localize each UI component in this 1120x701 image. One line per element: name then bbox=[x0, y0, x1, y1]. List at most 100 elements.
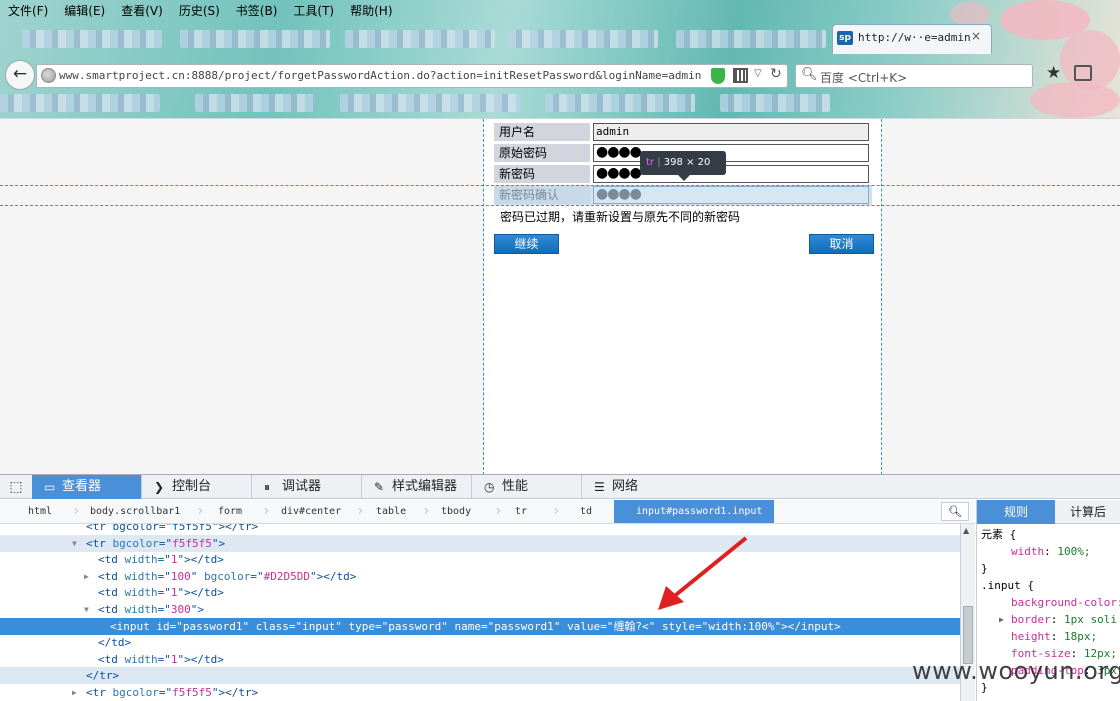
expand-twisty-icon[interactable]: ▶ bbox=[84, 568, 89, 585]
breadcrumb-item[interactable]: table bbox=[376, 500, 406, 523]
active-browser-tab[interactable]: sp http://w··e=admin × bbox=[832, 24, 992, 54]
tab-debugger[interactable]: ⏸ 调试器 bbox=[252, 475, 362, 499]
css-declaration[interactable]: height: 18px; bbox=[1011, 628, 1097, 645]
markup-node[interactable]: ▼ <td width="300"> bbox=[0, 601, 960, 618]
site-favicon: sp bbox=[837, 31, 853, 45]
collapse-twisty-icon[interactable]: ▼ bbox=[84, 601, 89, 618]
breadcrumb: html › body.scrollbar1 › form › div#cent… bbox=[0, 500, 975, 524]
menu-history[interactable]: 历史(S) bbox=[171, 0, 228, 22]
markup-code: </tr> bbox=[86, 669, 120, 683]
breadcrumb-item[interactable]: div#center bbox=[281, 500, 341, 523]
css-declaration[interactable]: background-color: bbox=[1011, 594, 1120, 611]
continue-button[interactable]: 继续 bbox=[494, 234, 559, 254]
markup-node[interactable]: <td width="1"></td> bbox=[0, 651, 960, 668]
bookmarks-menu-icon[interactable] bbox=[1074, 65, 1092, 81]
css-selector: .input { bbox=[981, 579, 1034, 592]
markup-node[interactable]: <input id="password1" class="input" type… bbox=[0, 617, 960, 635]
username-field[interactable]: admin bbox=[593, 123, 869, 141]
browser-chrome: 文件(F) 编辑(E) 查看(V) 历史(S) 书签(B) 工具(T) 帮助(H… bbox=[0, 0, 1120, 118]
bookmark-item[interactable] bbox=[720, 94, 830, 112]
markup-code: <td width="1"></td> bbox=[98, 553, 224, 567]
tooltip-width: 398 bbox=[663, 157, 683, 168]
url-text[interactable]: www.smartproject.cn:8888/project/forgetP… bbox=[59, 69, 701, 82]
bookmark-star-icon[interactable]: ★ bbox=[1046, 63, 1061, 83]
tab-console-label: 控制台 bbox=[172, 479, 212, 494]
browser-tab[interactable] bbox=[22, 30, 162, 48]
breadcrumb-item[interactable]: html bbox=[28, 500, 52, 523]
expired-password-message: 密码已过期，请重新设置与原先不同的新密码 bbox=[500, 210, 741, 224]
rules-tabs: 规则 计算后 bbox=[977, 500, 1120, 524]
menu-file[interactable]: 文件(F) bbox=[0, 0, 56, 22]
browser-tab[interactable] bbox=[345, 30, 495, 48]
css-declaration[interactable]: width: 100%; bbox=[1011, 543, 1091, 560]
markup-code: <td width="1"></td> bbox=[98, 652, 224, 666]
breadcrumb-item[interactable]: td bbox=[580, 500, 592, 523]
markup-code: </td> bbox=[98, 636, 132, 650]
confirm-password-field[interactable]: ●●●● bbox=[593, 186, 869, 204]
tab-network[interactable]: ☰ 网络 bbox=[582, 475, 692, 499]
tooltip-height: 20 bbox=[697, 157, 711, 168]
tab-console[interactable]: ❯ 控制台 bbox=[142, 475, 252, 499]
debugger-icon: ⏸ bbox=[264, 480, 271, 494]
tab-style-editor-label: 样式编辑器 bbox=[392, 479, 458, 494]
tab-computed[interactable]: 计算后 bbox=[1055, 500, 1120, 524]
network-icon: ☰ bbox=[594, 480, 605, 494]
markup-node[interactable]: <td width="1"></td> bbox=[0, 551, 960, 568]
css-declaration[interactable]: ▶ border: 1px soli bbox=[999, 611, 1117, 628]
collapse-twisty-icon[interactable]: ▼ bbox=[72, 535, 77, 552]
breadcrumb-item[interactable]: tbody bbox=[441, 500, 471, 523]
markup-node[interactable]: <tr bgcolor="f5f5f5"></tr> bbox=[0, 524, 960, 535]
element-size-tooltip: tr | 398 × 20 bbox=[640, 151, 726, 181]
breadcrumb-item[interactable]: body.scrollbar1 bbox=[90, 500, 180, 523]
qr-code-icon[interactable] bbox=[733, 68, 748, 83]
markup-node[interactable]: <td width="1"></td> bbox=[0, 584, 960, 601]
markup-code: <input id="password1" class="input" type… bbox=[110, 619, 841, 633]
breadcrumb-item-active[interactable]: input#password1.input bbox=[614, 500, 775, 523]
markup-node[interactable]: ▶ <td width="100" bgcolor="#D2D5DD"></td> bbox=[0, 568, 960, 585]
search-bar[interactable]: 🔍︎ 百度 <Ctrl+K> bbox=[795, 64, 1033, 88]
element-picker-icon[interactable]: ⬚ bbox=[0, 475, 32, 499]
back-button[interactable]: ← bbox=[5, 60, 35, 90]
bookmark-item[interactable] bbox=[340, 94, 520, 112]
reload-icon[interactable]: ↻ bbox=[770, 66, 782, 82]
markup-node[interactable]: </tr> bbox=[0, 667, 960, 685]
menu-tools[interactable]: 工具(T) bbox=[285, 0, 342, 22]
markup-code: <tr bgcolor="f5f5f5"> bbox=[86, 536, 226, 550]
menu-bookmarks[interactable]: 书签(B) bbox=[228, 0, 286, 22]
performance-icon: ◷ bbox=[484, 480, 495, 494]
dropdown-arrow-icon[interactable]: ▽ bbox=[754, 68, 762, 79]
menu-view[interactable]: 查看(V) bbox=[113, 0, 171, 22]
tab-performance[interactable]: ◷ 性能 bbox=[472, 475, 582, 499]
old-password-field[interactable]: ●●●● bbox=[593, 144, 869, 162]
close-tab-icon[interactable]: × bbox=[971, 29, 981, 43]
breadcrumb-item[interactable]: tr bbox=[515, 500, 527, 523]
address-bar[interactable]: www.smartproject.cn:8888/project/forgetP… bbox=[36, 64, 788, 88]
search-placeholder: 百度 <Ctrl+K> bbox=[820, 71, 908, 85]
cancel-button[interactable]: 取消 bbox=[809, 234, 874, 254]
bookmark-item[interactable] bbox=[195, 94, 315, 112]
markup-search-icon[interactable]: 🔍︎ bbox=[941, 502, 969, 521]
browser-tab[interactable] bbox=[508, 30, 658, 48]
tab-style-editor[interactable]: ✎ 样式编辑器 bbox=[362, 475, 472, 499]
bookmark-item[interactable] bbox=[545, 94, 695, 112]
bookmark-item[interactable] bbox=[0, 94, 160, 112]
breadcrumb-item[interactable]: form bbox=[218, 500, 242, 523]
markup-node[interactable]: ▼ <tr bgcolor="f5f5f5"> bbox=[0, 534, 960, 552]
tab-inspector[interactable]: ▭ 查看器 bbox=[32, 475, 142, 499]
css-rule-close: } bbox=[981, 562, 988, 575]
expand-twisty-icon[interactable]: ▶ bbox=[999, 611, 1004, 628]
tooltip-tag: tr bbox=[646, 157, 655, 168]
menu-help[interactable]: 帮助(H) bbox=[342, 0, 400, 22]
scroll-up-icon[interactable]: ▲ bbox=[963, 526, 969, 535]
markup-node[interactable]: ▶ <tr bgcolor="f5f5f5"></tr> bbox=[0, 684, 960, 701]
expand-twisty-icon[interactable]: ▶ bbox=[72, 684, 77, 701]
new-password-field[interactable]: ●●●● bbox=[593, 165, 869, 183]
menu-edit[interactable]: 编辑(E) bbox=[56, 0, 113, 22]
scrollbar-thumb[interactable] bbox=[963, 606, 973, 664]
tab-title: http://w··e=admin bbox=[858, 31, 971, 44]
tab-rules[interactable]: 规则 bbox=[977, 500, 1055, 524]
shield-icon[interactable] bbox=[711, 68, 725, 84]
browser-tab[interactable] bbox=[676, 30, 826, 48]
browser-tab[interactable] bbox=[180, 30, 330, 48]
markup-node[interactable]: </td> bbox=[0, 634, 960, 651]
